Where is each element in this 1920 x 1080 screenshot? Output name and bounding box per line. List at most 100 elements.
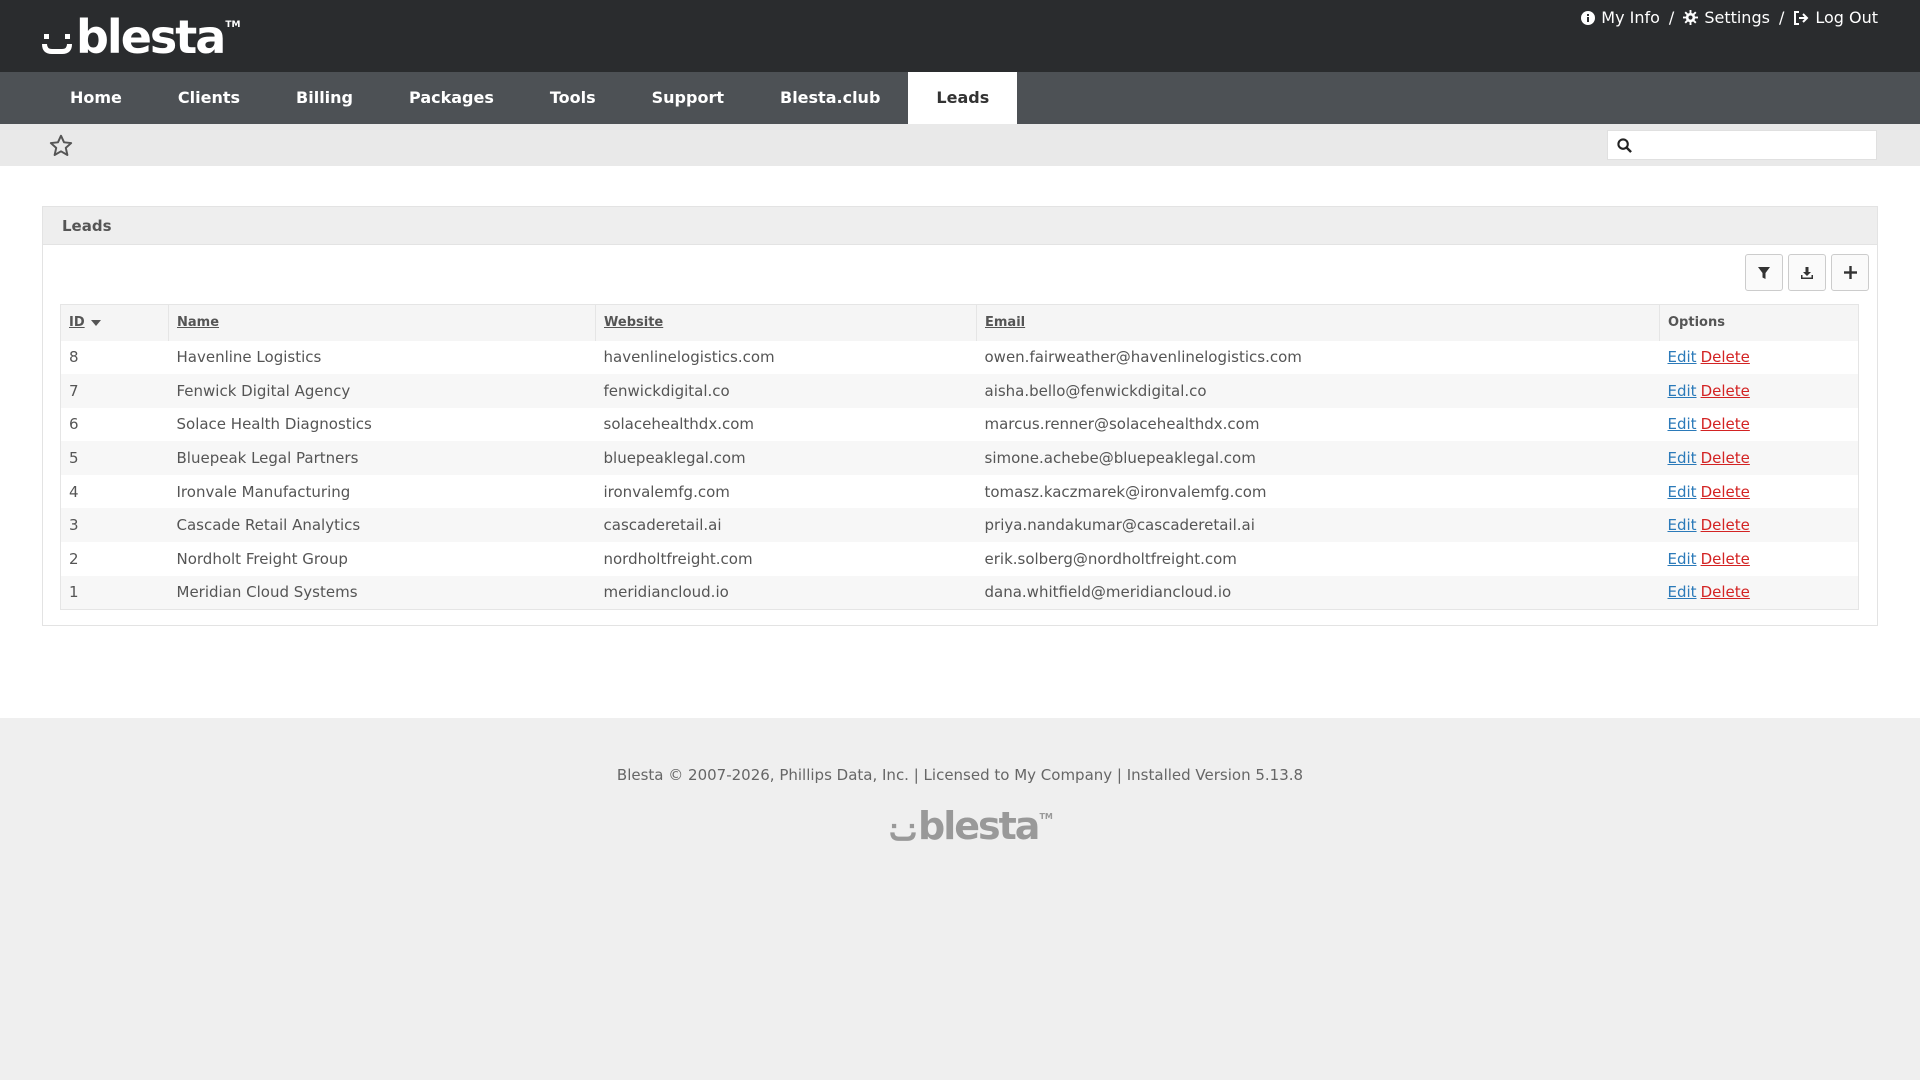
download-icon	[1801, 266, 1813, 279]
footer-logo-text: blesta	[918, 804, 1040, 848]
table-row: 8 Havenline Logistics havenlinelogistics…	[60, 340, 1859, 375]
lead-website: nordholtfreight.com	[595, 542, 977, 576]
nav-clients[interactable]: Clients	[150, 72, 268, 124]
lead-id: 6	[60, 407, 169, 442]
lead-options: Edit Delete	[1659, 575, 1859, 610]
lead-options: Edit Delete	[1659, 374, 1859, 408]
search-icon	[1617, 138, 1632, 153]
edit-link[interactable]: Edit	[1668, 449, 1697, 467]
footer-logo-trademark: TM	[1039, 812, 1053, 821]
nav-blesta-club[interactable]: Blesta.club	[752, 72, 908, 124]
leads-table: ID Name Website Email Options 8 Havenlin…	[60, 304, 1859, 610]
info-circle-icon	[1581, 10, 1596, 25]
lead-options: Edit Delete	[1659, 407, 1859, 442]
column-header-email[interactable]: Email	[976, 304, 1660, 341]
table-row: 3 Cascade Retail Analytics cascaderetail…	[60, 508, 1859, 543]
nav-tools[interactable]: Tools	[522, 72, 624, 124]
delete-link[interactable]: Delete	[1701, 583, 1750, 601]
table-row: 5 Bluepeak Legal Partners bluepeaklegal.…	[60, 441, 1859, 475]
table-row: 4 Ironvale Manufacturing ironvalemfg.com…	[60, 474, 1859, 509]
edit-link[interactable]: Edit	[1668, 415, 1697, 433]
lead-name: Meridian Cloud Systems	[168, 575, 596, 610]
page-footer: Blesta © 2007-2026, Phillips Data, Inc. …	[0, 718, 1920, 1080]
lead-website: solacehealthdx.com	[595, 407, 977, 442]
download-button[interactable]	[1788, 254, 1826, 291]
panel-title: Leads	[43, 207, 1877, 245]
lead-email: erik.solberg@nordholtfreight.com	[976, 542, 1660, 576]
edit-link[interactable]: Edit	[1668, 516, 1697, 534]
log-out-label: Log Out	[1815, 8, 1878, 27]
delete-link[interactable]: Delete	[1701, 449, 1750, 467]
add-lead-button[interactable]	[1831, 254, 1869, 291]
lead-options: Edit Delete	[1659, 441, 1859, 475]
lead-id: 5	[60, 441, 169, 475]
edit-link[interactable]: Edit	[1668, 550, 1697, 568]
nav-packages[interactable]: Packages	[381, 72, 522, 124]
blesta-logo[interactable]: blesta TM	[40, 14, 240, 60]
lead-name: Ironvale Manufacturing	[168, 474, 596, 509]
nav-home[interactable]: Home	[42, 72, 150, 124]
search-box	[1607, 130, 1877, 160]
lead-website: bluepeaklegal.com	[595, 441, 977, 475]
edit-link[interactable]: Edit	[1668, 483, 1697, 501]
log-out-link[interactable]: Log Out	[1793, 8, 1878, 27]
logo-text: blesta	[76, 10, 226, 64]
lead-name: Nordholt Freight Group	[168, 542, 596, 576]
panel-toolbar	[1745, 254, 1869, 291]
plus-icon	[1843, 266, 1857, 279]
nav-billing[interactable]: Billing	[268, 72, 381, 124]
top-header: blesta TM My Info / Settings / Log Out	[0, 0, 1920, 72]
column-header-options: Options	[1659, 304, 1859, 341]
footer-copyright: Blesta © 2007-2026, Phillips Data, Inc. …	[616, 766, 1304, 784]
edit-link[interactable]: Edit	[1668, 583, 1697, 601]
search-input[interactable]	[1640, 133, 1870, 157]
table-header-row: ID Name Website Email Options	[60, 304, 1859, 341]
table-row: 2 Nordholt Freight Group nordholtfreight…	[60, 542, 1859, 576]
lead-website: meridiancloud.io	[595, 575, 977, 610]
lead-id: 1	[60, 575, 169, 610]
lead-id: 8	[60, 340, 169, 375]
lead-name: Solace Health Diagnostics	[168, 407, 596, 442]
lead-name: Havenline Logistics	[168, 340, 596, 375]
lead-options: Edit Delete	[1659, 542, 1859, 576]
lead-website: ironvalemfg.com	[595, 474, 977, 509]
lead-website: fenwickdigital.co	[595, 374, 977, 408]
lead-email: owen.fairweather@havenlinelogistics.com	[976, 340, 1660, 375]
settings-link[interactable]: Settings	[1683, 8, 1770, 27]
column-header-name[interactable]: Name	[168, 304, 596, 341]
column-header-id[interactable]: ID	[60, 304, 169, 341]
edit-link[interactable]: Edit	[1668, 382, 1697, 400]
my-info-link[interactable]: My Info	[1581, 8, 1660, 27]
footer-logo: blesta TM	[888, 806, 1053, 846]
nav-leads[interactable]: Leads	[908, 72, 1018, 124]
delete-link[interactable]: Delete	[1701, 415, 1750, 433]
lead-website: havenlinelogistics.com	[595, 340, 977, 375]
delete-link[interactable]: Delete	[1701, 516, 1750, 534]
sort-by-email-link[interactable]: Email	[985, 315, 1025, 330]
logo-smile-icon	[42, 34, 72, 54]
delete-link[interactable]: Delete	[1701, 483, 1750, 501]
main-nav: Home Clients Billing Packages Tools Supp…	[0, 72, 1920, 124]
leads-panel: Leads ID Name Website Email Options 8 Ha…	[42, 206, 1878, 626]
top-links: My Info / Settings / Log Out	[1581, 8, 1878, 27]
lead-email: aisha.bello@fenwickdigital.co	[976, 374, 1660, 408]
lead-email: priya.nandakumar@cascaderetail.ai	[976, 508, 1660, 543]
logo-smile-icon	[890, 823, 916, 841]
delete-link[interactable]: Delete	[1701, 382, 1750, 400]
sort-by-name-link[interactable]: Name	[177, 315, 219, 330]
delete-link[interactable]: Delete	[1701, 550, 1750, 568]
column-header-website[interactable]: Website	[595, 304, 977, 341]
my-info-label: My Info	[1601, 8, 1660, 27]
filter-button[interactable]	[1745, 254, 1783, 291]
delete-link[interactable]: Delete	[1701, 348, 1750, 366]
lead-id: 7	[60, 374, 169, 408]
edit-link[interactable]: Edit	[1668, 348, 1697, 366]
nav-support[interactable]: Support	[624, 72, 752, 124]
sort-by-id-link[interactable]: ID	[69, 315, 85, 330]
top-link-separator: /	[1778, 8, 1785, 27]
sort-by-website-link[interactable]: Website	[604, 315, 663, 330]
sign-out-icon	[1794, 10, 1809, 25]
table-row: 6 Solace Health Diagnostics solacehealth…	[60, 407, 1859, 442]
lead-options: Edit Delete	[1659, 474, 1859, 509]
star-icon[interactable]	[48, 133, 74, 159]
